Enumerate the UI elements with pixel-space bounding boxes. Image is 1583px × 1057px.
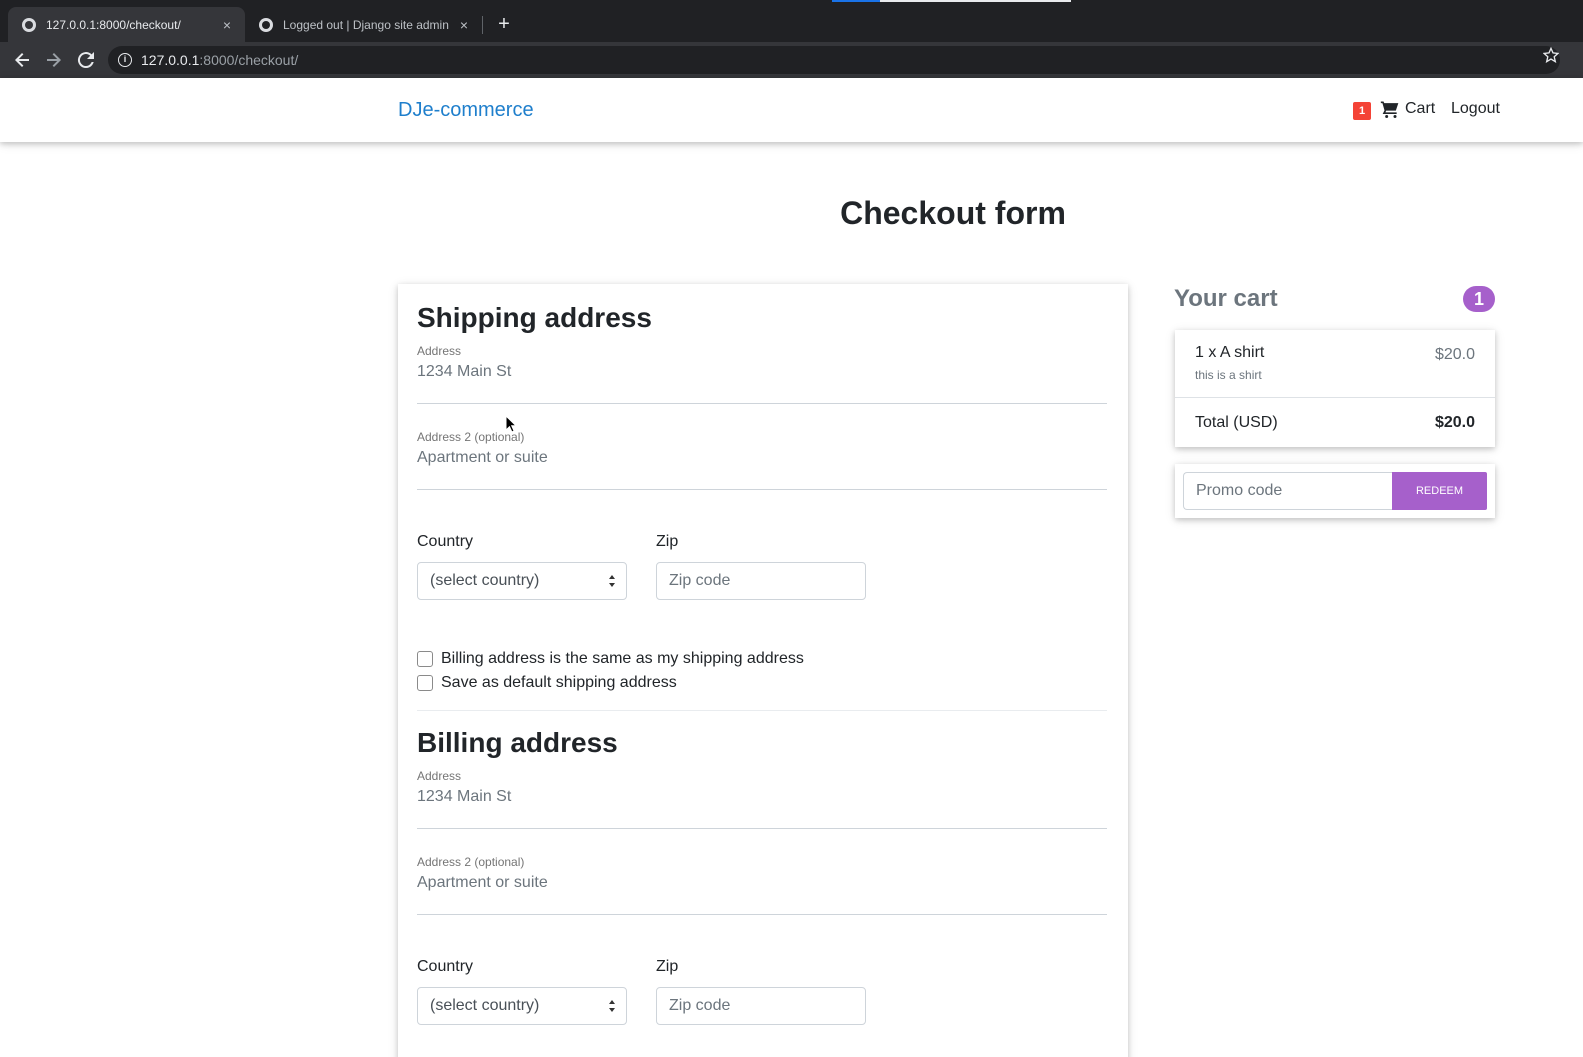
tab-separator [482,16,483,34]
billing-country-value: (select country) [430,997,540,1014]
tab-title: 127.0.0.1:8000/checkout/ [46,17,181,32]
billing-address2-input[interactable] [417,874,1107,892]
cart-link[interactable]: Cart [1405,100,1435,118]
url-host: 127.0.0.1 [141,52,200,68]
cart-item-count-pill: 1 [1463,286,1495,312]
billing-address-heading: Billing address [417,727,618,758]
shopping-cart-icon[interactable] [1380,99,1400,119]
shipping-address-label: Address [417,344,462,358]
billing-zip-label: Zip [656,958,679,975]
browser-tab-bar: 127.0.0.1:8000/checkout/ × Logged out | … [0,0,1583,42]
save-default-label: Save as default shipping address [441,674,677,691]
logout-link[interactable]: Logout [1451,100,1500,118]
shipping-zip-label: Zip [656,533,679,550]
shipping-address-field[interactable]: Address [417,344,1107,404]
cart-item-name: 1 x A shirt [1195,344,1265,361]
shipping-country-value: (select country) [430,572,540,589]
page-title: Checkout form [840,195,1066,231]
loading-indicator-track [880,0,1071,2]
forward-arrow-icon[interactable] [42,48,66,72]
list-item: 1 x A shirt this is a shirt $20.0 [1175,330,1495,398]
promo-code-form: Redeem [1175,464,1495,518]
shipping-address2-field[interactable]: Address 2 (optional) [417,430,1107,490]
tab-title: Logged out | Django site admin [283,17,449,32]
checkout-form-card: Shipping address Address Address 2 (opti… [398,284,1128,1057]
section-divider [417,710,1107,711]
shipping-zip-input[interactable]: Zip code [656,562,866,600]
reload-icon[interactable] [74,48,98,72]
cart-item-description: this is a shirt [1195,368,1262,382]
save-default-checkbox-row[interactable]: Save as default shipping address [417,674,677,692]
billing-address2-label: Address 2 (optional) [417,855,525,869]
billing-country-label: Country [417,958,474,975]
shipping-address-input[interactable] [417,363,1107,381]
shipping-country-label: Country [417,533,474,550]
billing-address2-field[interactable]: Address 2 (optional) [417,855,1107,915]
browser-tab-admin[interactable]: Logged out | Django site admin × [245,7,482,42]
loading-indicator [832,0,880,2]
url-path: :8000/checkout/ [199,52,299,68]
cart-summary-list: 1 x A shirt this is a shirt $20.0 Total … [1175,330,1495,447]
promo-code-input[interactable] [1183,472,1393,510]
save-default-checkbox[interactable] [417,675,433,691]
billing-country-select[interactable]: (select country) [417,987,627,1025]
close-tab-icon[interactable]: × [219,17,235,33]
cart-total-value: $20.0 [1434,414,1475,431]
billing-address-input[interactable] [417,788,1107,806]
info-icon[interactable]: i [118,53,132,67]
new-tab-button[interactable]: + [494,12,514,36]
shipping-address2-input[interactable] [417,449,1107,467]
brand-link[interactable]: DJe-commerce [398,99,534,122]
redeem-button[interactable]: Redeem [1392,472,1487,510]
star-icon[interactable] [1542,46,1560,68]
billing-address-field[interactable]: Address [417,769,1107,829]
cart-item-price: $20.0 [1434,346,1475,363]
select-arrows-icon [609,1000,615,1012]
billing-zip-input[interactable]: Zip code [656,987,866,1025]
same-billing-label: Billing address is the same as my shippi… [441,650,804,667]
back-arrow-icon[interactable] [10,48,34,72]
same-billing-checkbox-row[interactable]: Billing address is the same as my shippi… [417,650,804,668]
globe-icon [22,17,36,32]
globe-icon [259,17,273,32]
billing-address-label: Address [417,769,462,783]
address-bar[interactable]: i 127.0.0.1:8000/checkout/ [108,46,1560,74]
shipping-country-select[interactable]: (select country) [417,562,627,600]
mouse-cursor-icon [505,415,517,433]
close-tab-icon[interactable]: × [456,17,472,33]
cart-total-label: Total (USD) [1195,414,1278,431]
same-billing-checkbox[interactable] [417,651,433,667]
site-navbar: DJe-commerce 1 Cart Logout [0,78,1583,142]
select-arrows-icon [609,575,615,587]
cart-count-badge: 1 [1353,102,1371,120]
your-cart-heading: Your cart [1174,285,1278,312]
browser-tab-checkout[interactable]: 127.0.0.1:8000/checkout/ × [8,7,245,42]
shipping-address-heading: Shipping address [417,302,652,333]
browser-toolbar: i 127.0.0.1:8000/checkout/ [0,42,1583,78]
